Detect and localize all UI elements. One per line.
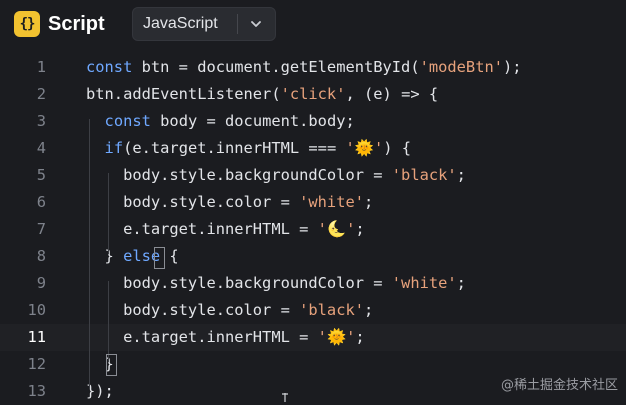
line-number: 1	[36, 58, 46, 76]
code-token: '	[345, 139, 355, 157]
code-text: btn.addEventListener('click', (e) => {	[86, 81, 438, 108]
code-token: });	[86, 382, 114, 400]
chevron-down-icon[interactable]	[247, 15, 265, 33]
code-line[interactable]: 9 body.style.backgroundColor = 'white';	[0, 270, 626, 297]
language-select[interactable]: JavaScript	[132, 7, 276, 41]
code-token: ;	[456, 274, 466, 292]
code-line[interactable]: 4 if(e.target.innerHTML === '🌞') {	[0, 135, 626, 162]
language-select-divider	[237, 14, 238, 34]
code-token: );	[503, 58, 522, 76]
code-token: 'white'	[299, 193, 364, 211]
code-token: ;	[364, 193, 374, 211]
language-select-value: JavaScript	[143, 15, 218, 32]
code-token: btn = document.getElementById(	[132, 58, 420, 76]
mouse-cursor-icon	[282, 393, 288, 402]
code-token: }	[86, 247, 124, 265]
code-token: '	[373, 139, 384, 157]
line-number: 10	[27, 301, 46, 319]
line-number: 12	[27, 355, 46, 373]
code-token: body.style.backgroundColor =	[86, 274, 392, 292]
code-text: const btn = document.getElementById('mod…	[86, 54, 522, 81]
code-token: 'white'	[391, 274, 457, 292]
code-line[interactable]: 3 const body = document.body;	[0, 108, 626, 135]
emoji-glyph: 🌞	[354, 139, 374, 157]
code-text: const body = document.body;	[86, 108, 355, 135]
code-token: body.style.color =	[86, 193, 300, 211]
code-line[interactable]: 2 btn.addEventListener('click', (e) => {	[0, 81, 626, 108]
code-editor[interactable]: 13}); 12 } 11 e.target.innerHTML = '🌞'; 10 …	[0, 52, 626, 402]
indent-guide	[108, 173, 109, 254]
code-token: 'click'	[280, 85, 346, 103]
code-line[interactable]: 11 e.target.innerHTML = '🌞';	[0, 324, 626, 351]
line-number: 6	[36, 193, 46, 211]
line-number: 5	[36, 166, 46, 184]
line-number: 9	[36, 274, 46, 292]
code-text: e.target.innerHTML = '🌜';	[86, 216, 365, 243]
line-number: 11	[27, 328, 46, 346]
line-number: 7	[36, 220, 46, 238]
code-line[interactable]: 8 } else {	[0, 243, 626, 270]
code-line[interactable]: 10 body.style.color = 'black';	[0, 297, 626, 324]
code-token: body.style.backgroundColor =	[86, 166, 392, 184]
code-token: '	[346, 220, 356, 238]
line-number: 2	[36, 85, 46, 103]
code-text: body.style.backgroundColor = 'white';	[86, 270, 466, 297]
code-token: ;	[456, 166, 466, 184]
emoji-glyph: 🌞	[326, 328, 347, 346]
bracket-match-highlight	[106, 354, 117, 376]
header-bar: {} Script JavaScript	[0, 0, 626, 48]
code-token: 'black'	[391, 166, 457, 184]
indent-guide	[89, 119, 90, 389]
code-token: e.target.innerHTML =	[86, 220, 318, 238]
curly-braces-icon: {}	[14, 11, 40, 37]
code-token: btn.addEventListener(	[86, 85, 281, 103]
code-text: body.style.color = 'white';	[86, 189, 373, 216]
code-token: ;	[355, 328, 365, 346]
bracket-match-highlight	[154, 247, 165, 269]
line-number: 13	[27, 382, 46, 400]
code-token: (e.target.innerHTML ===	[123, 139, 346, 157]
code-token: 'black'	[299, 301, 364, 319]
code-token: , (e) => {	[345, 85, 439, 103]
code-text: body.style.backgroundColor = 'black';	[86, 162, 466, 189]
code-line[interactable]: 5 body.style.backgroundColor = 'black';	[0, 162, 626, 189]
code-token: body = document.body;	[150, 112, 355, 130]
code-token: '	[346, 328, 356, 346]
code-line[interactable]: 7 e.target.innerHTML = '🌜';	[0, 216, 626, 243]
line-number: 4	[36, 139, 46, 157]
code-token: ;	[355, 220, 365, 238]
code-line[interactable]: 1 const btn = document.getElementById('mo…	[0, 54, 626, 81]
code-token: ;	[364, 301, 374, 319]
code-token: '	[317, 220, 327, 238]
watermark: @稀土掘金技术社区	[500, 378, 618, 393]
code-text: if(e.target.innerHTML === '🌞') {	[86, 135, 411, 162]
code-token: ) {	[383, 139, 412, 157]
line-number: 3	[36, 112, 46, 130]
code-token: const	[86, 58, 133, 76]
code-text: e.target.innerHTML = '🌞';	[86, 324, 365, 351]
code-token: 'modeBtn'	[419, 58, 503, 76]
code-token: body.style.color =	[86, 301, 300, 319]
code-token: e.target.innerHTML =	[86, 328, 318, 346]
code-token: '	[317, 328, 327, 346]
indent-guide	[108, 281, 109, 362]
code-text: });	[86, 378, 114, 405]
code-line[interactable]: 6 body.style.color = 'white';	[0, 189, 626, 216]
line-number: 8	[36, 247, 46, 265]
emoji-glyph: 🌜	[326, 220, 347, 238]
code-text: body.style.color = 'black';	[86, 297, 373, 324]
code-token: if	[104, 139, 124, 157]
app-title: Script	[48, 13, 105, 35]
code-token: const	[104, 112, 151, 130]
